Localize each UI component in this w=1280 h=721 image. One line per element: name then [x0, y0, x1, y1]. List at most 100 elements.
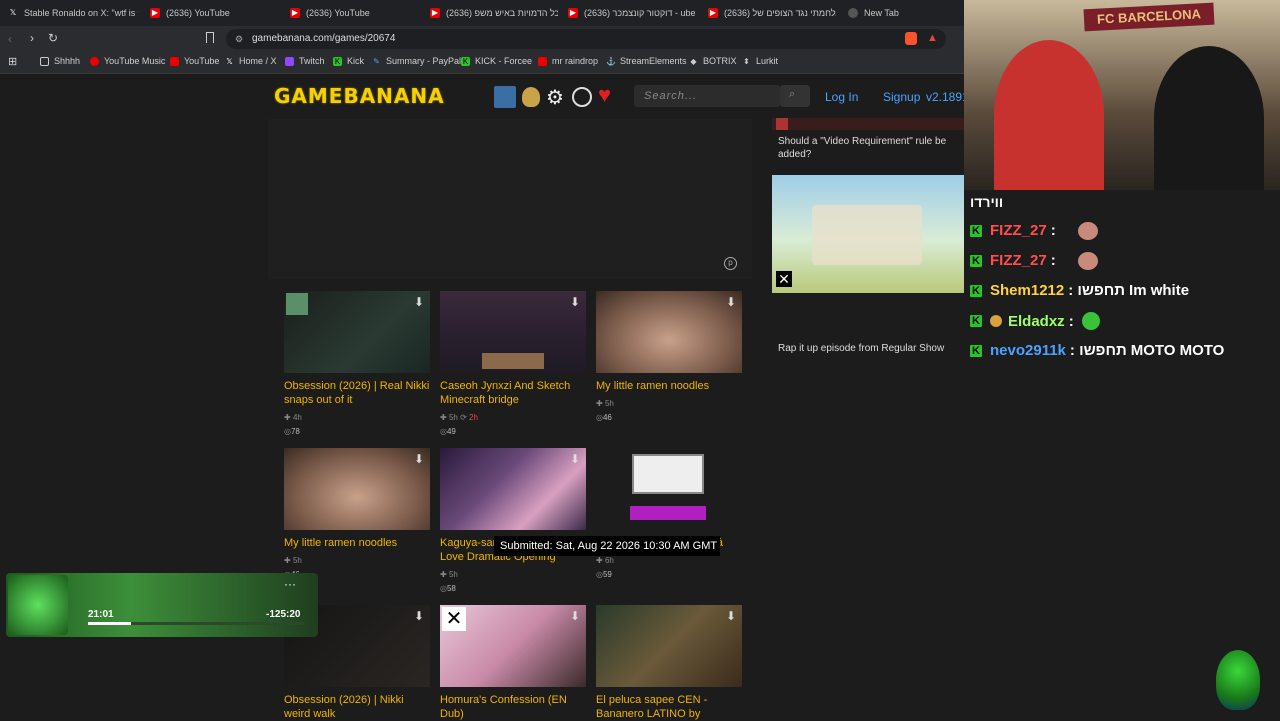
url-field[interactable]: ⚙ gamebanana.com/games/20674	[226, 29, 946, 49]
media-mini-player[interactable]: ··· 21:01 -125:20	[6, 573, 318, 637]
kick-icon: K	[970, 254, 982, 267]
members-icon[interactable]	[522, 87, 540, 107]
site-info-icon[interactable]: ⚙	[235, 29, 243, 49]
community-icon[interactable]: ⚙	[546, 85, 564, 110]
close-icon[interactable]: ✕	[442, 607, 466, 631]
minecraft-bridge	[482, 353, 544, 369]
submission-card[interactable]: ⬇ Obsession (2026) | Real Nikki snaps ou…	[284, 291, 430, 439]
bookmark-icon[interactable]	[206, 32, 214, 43]
tab-youtube-2[interactable]: ▶ (2636) YouTube	[290, 4, 420, 22]
search-input[interactable]: Search...	[634, 85, 780, 107]
version-link[interactable]: v2.1891	[926, 90, 969, 104]
bookmark-youtube-music[interactable]: YouTube Music	[90, 56, 165, 66]
forward-icon[interactable]: ›	[30, 31, 34, 45]
card-title[interactable]: Caseoh Jynxzi And Sketch Minecraft bridg…	[440, 379, 586, 407]
pin-icon[interactable]: ⬇	[570, 609, 580, 623]
card-thumbnail[interactable]: ⬇	[284, 448, 430, 530]
games-icon[interactable]	[494, 86, 516, 108]
card-meta: ✚ 4h ◎78	[284, 413, 302, 436]
card-thumbnail[interactable]: ⬇	[596, 291, 742, 373]
gamebanana-logo[interactable]: GAMEBANANA	[274, 84, 445, 108]
submission-card[interactable]: Береге... Герои... Peseñá ✚ 6h◎59	[596, 448, 742, 582]
login-link[interactable]: Log In	[825, 90, 858, 104]
more-options-icon[interactable]: ···	[284, 577, 296, 591]
heart-icon[interactable]: ♥	[598, 82, 611, 108]
reload-icon[interactable]: ↻	[48, 31, 58, 45]
bookmark-kick-forcee[interactable]: K KICK - Forcee	[461, 56, 532, 66]
pin-icon[interactable]: ⬇	[726, 295, 736, 309]
bookmark-twitch[interactable]: Twitch	[285, 56, 325, 66]
card-thumbnail[interactable]	[596, 448, 742, 530]
video-thumbnail[interactable]: ✕	[772, 175, 964, 293]
search-icon: ⌕	[789, 88, 796, 100]
bookmark-lurkit[interactable]: ⬍ Lurkit	[742, 56, 778, 66]
album-art	[8, 575, 68, 635]
apps-icon[interactable]: ⊞	[8, 55, 17, 68]
poll-question[interactable]: Should a "Video Requirement" rule be add…	[778, 135, 964, 161]
mod-tools-icon[interactable]	[572, 87, 592, 107]
pinterest-icon[interactable]: p	[724, 257, 737, 270]
pin-icon[interactable]: ⬇	[414, 609, 424, 623]
views-icon: ◎	[440, 584, 447, 593]
pin-icon[interactable]: ⬇	[414, 452, 424, 466]
card-thumbnail[interactable]: ⬇	[596, 605, 742, 687]
submission-card[interactable]: ⬇ My little ramen noodles ✚ 5h◎46	[284, 448, 430, 582]
bookmark-home-x[interactable]: 𝕏 Home / X	[225, 56, 276, 66]
brave-shield-icon[interactable]	[905, 32, 917, 45]
bookmark-mr-raindrop[interactable]: mr raindrop	[538, 56, 598, 66]
pin-icon[interactable]: ⬇	[726, 609, 736, 623]
card-thumbnail[interactable]: ⬇	[440, 448, 586, 530]
tab-new[interactable]: New Tab	[848, 4, 958, 22]
age-icon: ✚	[596, 556, 603, 565]
rewards-icon[interactable]: ▲	[927, 32, 938, 44]
bookmark-youtube[interactable]: YouTube	[170, 56, 219, 66]
card-thumbnail[interactable]: ⬇	[284, 291, 430, 373]
emote-icon	[1078, 222, 1098, 240]
bookmark-kick[interactable]: K Kick	[333, 56, 364, 66]
submission-card[interactable]: ⬇ My little ramen noodles ✚ 5h◎46	[596, 291, 742, 425]
tab-youtube-5[interactable]: ▶ (2636) גלחמתי נגד הצופים של	[708, 4, 836, 22]
card-title[interactable]: My little ramen noodles	[284, 536, 430, 550]
close-icon[interactable]: ✕	[776, 271, 792, 287]
youtube-icon: ▶	[290, 8, 300, 18]
bookmark-shhhh[interactable]: Shhhh	[40, 56, 80, 66]
cartoon-scene	[812, 205, 922, 265]
tab-youtube-1[interactable]: ▶ (2636) YouTube	[150, 4, 280, 22]
card-title[interactable]: Obsession (2026) | Real Nikki snaps out …	[284, 379, 430, 407]
card-title[interactable]: My little ramen noodles	[596, 379, 742, 393]
card-meta: ✚ 5h ◎58	[440, 570, 458, 593]
tab-youtube-4[interactable]: ▶ (2636) דוקטור קונצמכר - ube	[568, 4, 696, 22]
submission-card[interactable]: ⬇ El peluca sapee CEN - Bananero LATINO …	[596, 605, 742, 721]
card-thumbnail[interactable]: ⬇	[440, 291, 586, 373]
submission-card[interactable]: ⬇ Kaguya-sama: Love Is War Love Dramatic…	[440, 448, 586, 596]
progress-bar[interactable]	[88, 622, 304, 625]
card-meta: ✚ 5h◎46	[596, 399, 614, 422]
card-title[interactable]: Homura's Confession (EN Dub)	[440, 693, 586, 721]
poll-banner	[772, 118, 964, 130]
video-caption[interactable]: Rap it up episode from Regular Show	[778, 342, 944, 355]
pin-icon[interactable]: ⬇	[570, 452, 580, 466]
age-icon: ✚	[284, 413, 291, 422]
badge-icon	[990, 315, 1002, 327]
age-icon: ✚	[440, 570, 447, 579]
pin-icon[interactable]: ⬇	[570, 295, 580, 309]
youtube-icon	[170, 56, 179, 66]
bookmark-paypal[interactable]: ✎ Summary - PayPal	[372, 56, 461, 66]
search-button[interactable]: ⌕	[780, 85, 810, 107]
submission-card[interactable]: ⬇ Caseoh Jynxzi And Sketch Minecraft bri…	[440, 291, 586, 439]
tab-youtube-3[interactable]: ▶ (2636) כל הדמויות באיש משפ	[430, 4, 558, 22]
tab-x[interactable]: 𝕏 Stable Ronaldo on X: "wtf is w	[8, 4, 138, 22]
bookmark-streamelements[interactable]: ⚓ StreamElements	[606, 56, 687, 66]
x-icon: 𝕏	[226, 56, 233, 66]
views-icon: ◎	[596, 413, 603, 422]
back-icon[interactable]: ‹	[8, 32, 12, 46]
submission-card[interactable]: ✕ ⬇ Homura's Confession (EN Dub)	[440, 605, 586, 721]
bookmark-botrix[interactable]: ◆ BOTRIX	[689, 56, 736, 66]
card-title[interactable]: Obsession (2026) | Nikki weird walk	[284, 693, 430, 721]
folder-icon	[40, 56, 49, 66]
chat-message: Knevo2911k: תחפשו MOTO MOTO	[970, 342, 1224, 359]
pin-icon[interactable]: ⬇	[414, 295, 424, 309]
card-title[interactable]: El peluca sapee CEN - Bananero LATINO by	[596, 693, 742, 721]
signup-link[interactable]: Signup	[883, 90, 920, 104]
card-thumbnail[interactable]: ✕ ⬇	[440, 605, 586, 687]
